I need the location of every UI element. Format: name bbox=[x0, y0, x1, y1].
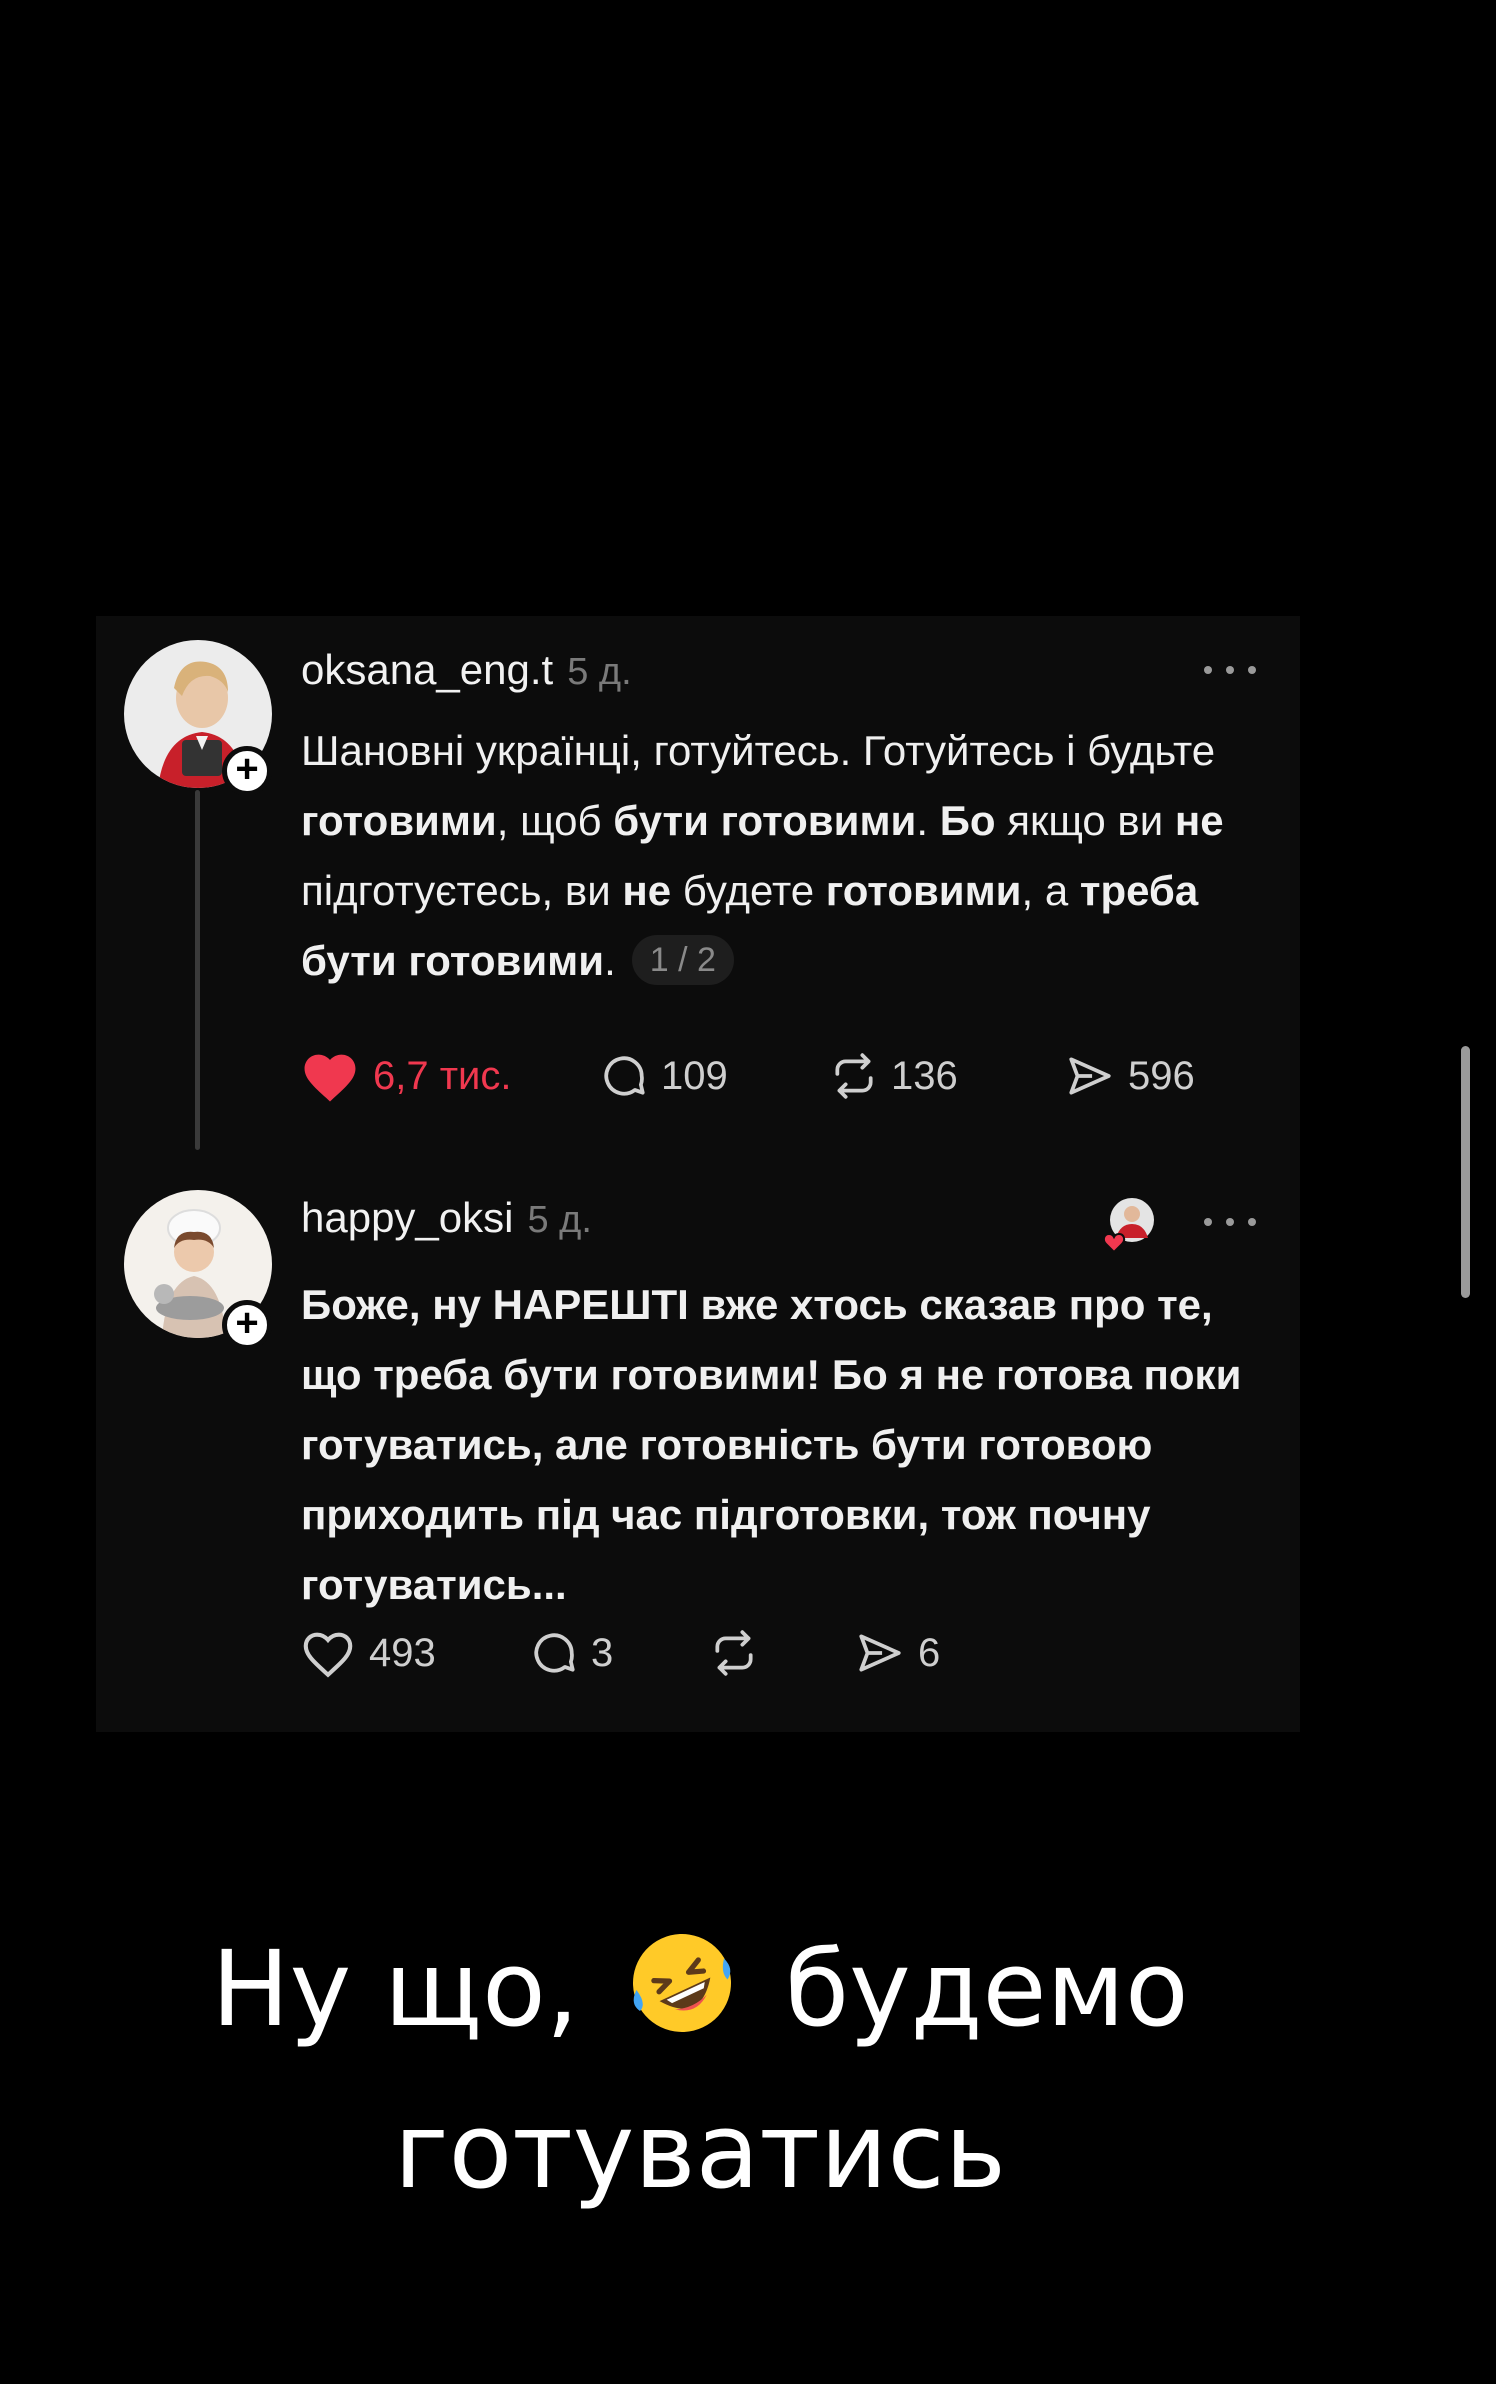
comment-bubble-icon bbox=[604, 1056, 645, 1096]
page-indicator: 1 / 2 bbox=[631, 935, 734, 985]
thread-connector-line bbox=[195, 790, 200, 1150]
share-button[interactable]: 596 bbox=[1064, 1051, 1195, 1101]
liked-by-author-avatar bbox=[1098, 1194, 1158, 1254]
threads-screenshot-card: + oksana_eng.t 5 д. Шановні українці, го… bbox=[96, 616, 1300, 1732]
screen: + oksana_eng.t 5 д. Шановні українці, го… bbox=[0, 0, 1496, 2384]
video-caption: Ну що, будемо готуватись bbox=[0, 1908, 1400, 2232]
scrollbar[interactable] bbox=[1461, 1046, 1470, 1298]
more-options-icon[interactable] bbox=[1204, 660, 1256, 680]
repost-button[interactable]: 136 bbox=[829, 1051, 1064, 1101]
like-button[interactable]: 6,7 тис. bbox=[299, 1048, 599, 1104]
username[interactable]: oksana_eng.t bbox=[301, 646, 553, 694]
share-count: 596 bbox=[1128, 1053, 1195, 1098]
heart-filled-icon bbox=[304, 1054, 356, 1102]
send-icon bbox=[1069, 1057, 1111, 1095]
follow-plus-icon[interactable]: + bbox=[222, 746, 272, 796]
post-time: 5 д. bbox=[567, 651, 632, 693]
repost-icon bbox=[835, 1053, 873, 1099]
post-meta: oksana_eng.t 5 д. bbox=[301, 646, 632, 702]
post-actions: 493 3 6 bbox=[299, 1626, 940, 1680]
caption-line-1: Ну що, будемо bbox=[0, 1908, 1400, 2070]
post-time: 5 д. bbox=[527, 1199, 592, 1241]
post-text: Шановні українці, готуйтесь. Готуйтесь і… bbox=[301, 716, 1261, 996]
reply-count: 109 bbox=[661, 1053, 728, 1098]
repost-count: 136 bbox=[891, 1053, 958, 1098]
reply-button[interactable]: 109 bbox=[599, 1051, 829, 1101]
caption-text-end: будемо bbox=[784, 1928, 1189, 2050]
like-count: 6,7 тис. bbox=[373, 1053, 512, 1098]
like-count: 493 bbox=[369, 1630, 436, 1675]
comment-bubble-icon bbox=[534, 1633, 575, 1673]
share-button[interactable]: 6 bbox=[854, 1628, 940, 1678]
post: + oksana_eng.t 5 д. Шановні українці, го… bbox=[96, 616, 1300, 1156]
rolling-on-floor-laughing-icon bbox=[632, 1934, 731, 2032]
caption-text-start: Ну що, bbox=[211, 1928, 579, 2050]
post-actions: 6,7 тис. 109 136 596 bbox=[299, 1048, 1195, 1104]
reply-button[interactable]: 3 bbox=[529, 1628, 709, 1678]
more-options-icon[interactable] bbox=[1204, 1212, 1256, 1232]
username[interactable]: happy_oksi bbox=[301, 1194, 513, 1242]
repost-button[interactable] bbox=[709, 1628, 854, 1678]
send-icon bbox=[859, 1634, 901, 1672]
post: + happy_oksi 5 д. Боже, ну НАРЕШТІ вже х… bbox=[96, 1156, 1300, 1732]
reply-count: 3 bbox=[591, 1630, 614, 1675]
caption-line-2: готуватись bbox=[393, 2090, 1007, 2212]
post-text: Боже, ну НАРЕШТІ вже хтось сказав про те… bbox=[301, 1281, 1242, 1608]
post-meta: happy_oksi 5 д. bbox=[301, 1194, 592, 1250]
follow-plus-icon[interactable]: + bbox=[222, 1300, 272, 1350]
like-button[interactable]: 493 bbox=[299, 1626, 529, 1680]
repost-icon bbox=[715, 1630, 753, 1676]
heart-outline-icon bbox=[303, 1632, 353, 1678]
share-count: 6 bbox=[918, 1630, 941, 1675]
post-text-content: Шановні українці, готуйтесь. Готуйтесь і… bbox=[301, 727, 1224, 984]
